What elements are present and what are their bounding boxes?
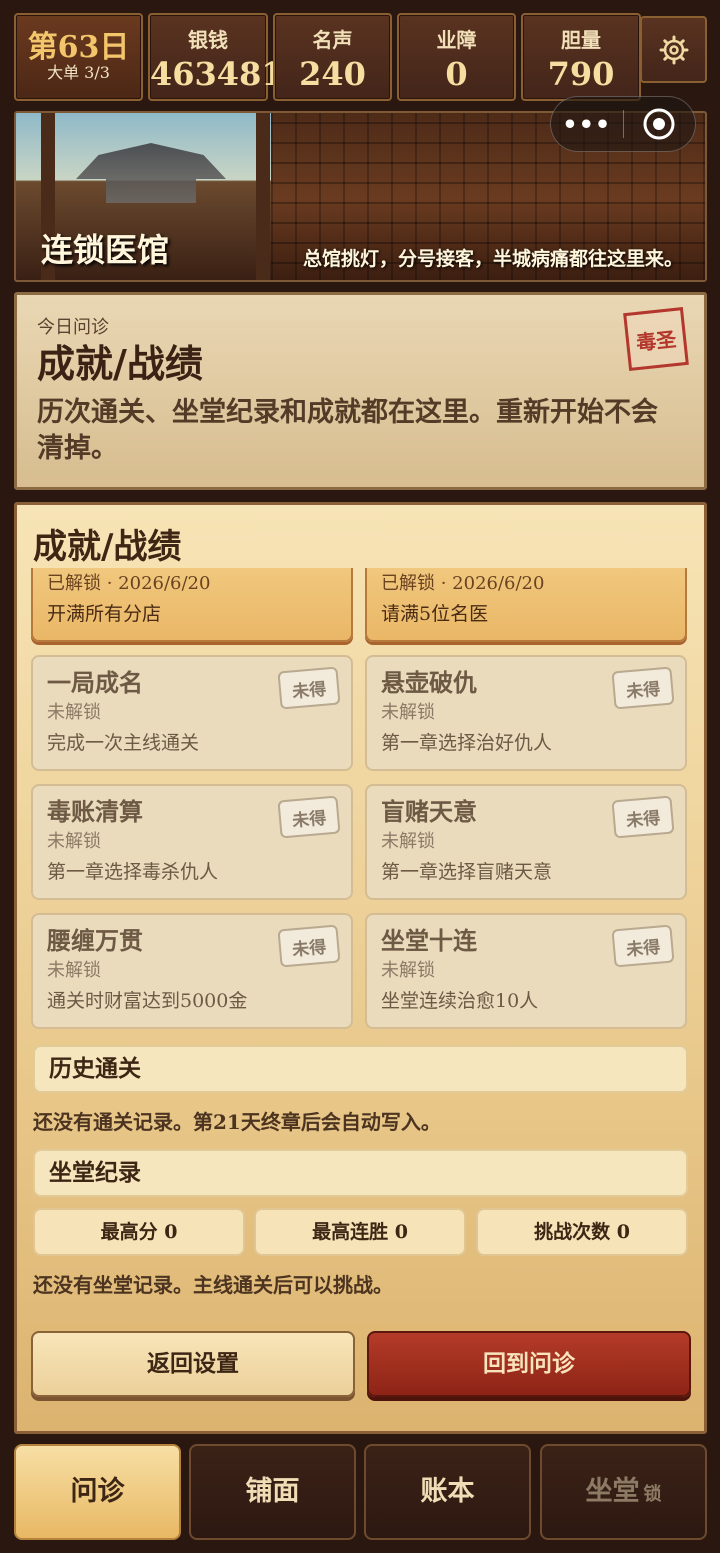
achievement-desc: 通关时财富达到5000金 <box>47 990 248 1012</box>
achievement-grid[interactable]: 已解锁 · 2026/6/20 开满所有分店 已解锁 · 2026/6/20 请… <box>17 568 704 1038</box>
achievement-status: 已解锁 · 2026/6/20 <box>381 573 545 594</box>
intro-card: 今日问诊 成就/战绩 历次通关、坐堂纪录和成就都在这里。重新开始不会清掉。 毒圣 <box>14 292 707 490</box>
back-to-settings-button[interactable]: 返回设置 <box>31 1331 355 1397</box>
achievement-desc: 第一章选择毒杀仇人 <box>47 861 219 883</box>
stat-silver: 银钱 463481 <box>148 13 284 101</box>
not-obtained-badge: 未得 <box>611 924 675 968</box>
not-obtained-badge: 未得 <box>277 924 341 968</box>
gear-icon <box>659 35 688 64</box>
history-empty-note: 还没有通关记录。第21天终章后会自动写入。 <box>33 1110 441 1134</box>
tab-ledger[interactable]: 账本 <box>364 1444 531 1540</box>
not-obtained-badge: 未得 <box>611 666 675 710</box>
stat-value: 463481 <box>150 55 284 93</box>
stat-label: 业障 <box>436 28 477 52</box>
achievement-status: 已解锁 · 2026/6/20 <box>47 573 211 594</box>
tab-consult[interactable]: 问诊 <box>14 1444 181 1540</box>
achievement-desc: 开满所有分店 <box>47 603 162 625</box>
records-section-header: 坐堂纪录 <box>33 1149 688 1197</box>
pillar <box>256 113 270 280</box>
achievement-desc: 请满5位名医 <box>381 603 489 625</box>
tab-sit-hall[interactable]: 坐堂锁 <box>540 1444 707 1540</box>
miniprogram-capsule: ••• <box>550 96 696 152</box>
stat-fame: 名声 240 <box>273 13 392 101</box>
record-stat-attempts: 挑战次数 0 <box>476 1208 688 1256</box>
tab-shop[interactable]: 铺面 <box>189 1444 356 1540</box>
not-obtained-badge: 未得 <box>611 795 675 839</box>
settings-button[interactable] <box>640 16 707 83</box>
order-progress: 大单 3/3 <box>47 63 110 82</box>
not-obtained-badge: 未得 <box>277 666 341 710</box>
achievement-card[interactable]: 盲赌天意 未解锁 第一章选择盲赌天意 未得 <box>365 784 687 900</box>
close-miniprogram-button[interactable] <box>624 107 696 141</box>
achievement-card-unlocked[interactable]: 已解锁 · 2026/6/20 请满5位名医 <box>365 568 687 642</box>
achievement-card[interactable]: 坐堂十连 未解锁 坐堂连续治愈10人 未得 <box>365 913 687 1029</box>
records-empty-note: 还没有坐堂记录。主线通关后可以挑战。 <box>33 1273 393 1297</box>
not-obtained-badge: 未得 <box>277 795 341 839</box>
stat-courage: 胆量 790 <box>521 13 641 101</box>
stat-value: 240 <box>299 55 366 93</box>
panel-title: 成就/战绩 <box>33 527 182 567</box>
return-to-consult-button[interactable]: 回到问诊 <box>367 1331 691 1397</box>
intro-description: 历次通关、坐堂纪录和成就都在这里。重新开始不会清掉。 <box>37 397 658 464</box>
more-menu-button[interactable]: ••• <box>551 110 623 139</box>
banner-title: 连锁医馆 <box>41 231 170 269</box>
achievement-card[interactable]: 悬壶破仇 未解锁 第一章选择治好仇人 未得 <box>365 655 687 771</box>
stat-label: 名声 <box>312 28 353 52</box>
stat-value: 790 <box>547 55 615 93</box>
seal-stamp: 毒圣 <box>623 307 689 371</box>
achievement-desc: 坐堂连续治愈10人 <box>381 990 539 1012</box>
intro-title: 成就/战绩 <box>37 341 203 386</box>
history-section-header: 历史通关 <box>33 1045 688 1093</box>
achievement-card[interactable]: 一局成名 未解锁 完成一次主线通关 未得 <box>31 655 353 771</box>
achievement-desc: 第一章选择盲赌天意 <box>381 861 553 883</box>
stat-value: 0 <box>445 55 468 93</box>
day-label: 第63日 <box>27 30 130 65</box>
record-stat-best-score: 最高分 0 <box>33 1208 245 1256</box>
stat-karma: 业障 0 <box>397 13 516 101</box>
intro-eyebrow: 今日问诊 <box>37 317 109 338</box>
lock-label: 锁 <box>643 1484 662 1505</box>
day-counter: 第63日 大单 3/3 <box>14 13 143 101</box>
banner-subtitle: 总馆挑灯，分号接客，半城病痛都往这里来。 <box>302 248 683 270</box>
stat-label: 银钱 <box>188 28 228 52</box>
achievement-desc: 完成一次主线通关 <box>47 732 200 754</box>
achievement-card[interactable]: 毒账清算 未解锁 第一章选择毒杀仇人 未得 <box>31 784 353 900</box>
tab-label: 坐堂 <box>585 1476 640 1507</box>
achievements-panel: 成就/战绩 已解锁 · 2026/6/20 开满所有分店 已解锁 · 2026/… <box>14 502 707 1434</box>
achievement-desc: 第一章选择治好仇人 <box>381 732 553 754</box>
achievement-card-unlocked[interactable]: 已解锁 · 2026/6/20 开满所有分店 <box>31 568 353 642</box>
record-stat-best-streak: 最高连胜 0 <box>254 1208 466 1256</box>
achievement-card[interactable]: 腰缠万贯 未解锁 通关时财富达到5000金 未得 <box>31 913 353 1029</box>
stat-label: 胆量 <box>561 28 601 52</box>
pagoda-roof-illustration <box>76 143 226 203</box>
target-icon <box>643 108 675 140</box>
